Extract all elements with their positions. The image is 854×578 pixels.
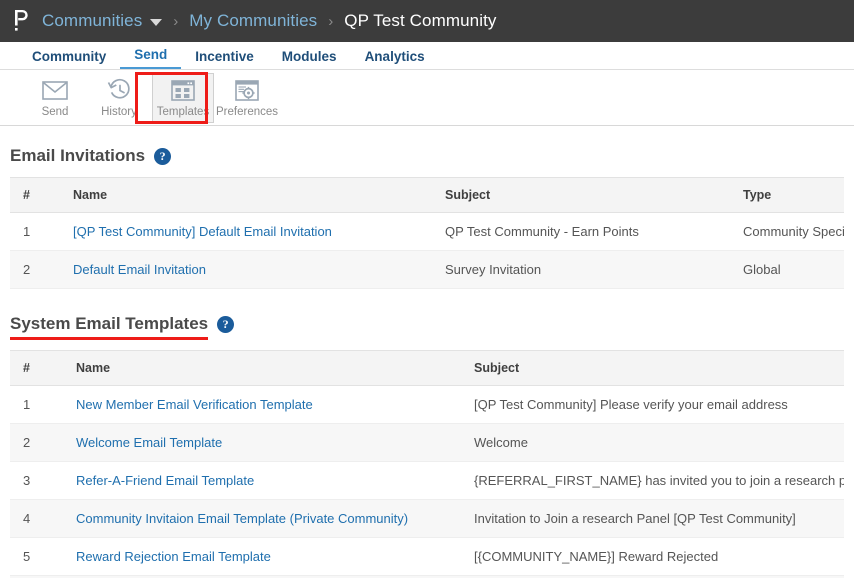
page-content: Email Invitations ? # Name Subject Type … (0, 126, 854, 578)
main-nav-tabs: Community Send Incentive Modules Analyti… (0, 42, 854, 70)
app-logo-icon[interactable] (10, 8, 32, 34)
row-name: Welcome Email Template (76, 423, 474, 462)
table-row: 2 Welcome Email Template Welcome (10, 423, 844, 462)
tab-incentive[interactable]: Incentive (181, 49, 268, 69)
template-link[interactable]: New Member Email Verification Template (76, 397, 313, 412)
row-num: 2 (10, 423, 76, 462)
toolbar-templates-button[interactable]: Templates (152, 72, 214, 123)
row-name: Refer-A-Friend Email Template (76, 461, 474, 500)
col-header-name[interactable]: Name (76, 350, 474, 386)
email-invitations-table-head: # Name Subject Type (10, 177, 844, 213)
clock-history-icon (107, 77, 132, 103)
email-invitations-table: # Name Subject Type 1 [QP Test Community… (10, 177, 844, 289)
email-invitations-title: Email Invitations (10, 146, 146, 165)
row-name: Default Email Invitation (73, 250, 445, 289)
tab-analytics[interactable]: Analytics (351, 49, 439, 69)
template-link[interactable]: Community Invitaion Email Template (Priv… (76, 511, 408, 526)
toolbar-templates-label: Templates (156, 106, 210, 118)
tab-community[interactable]: Community (18, 49, 120, 69)
row-subject: [QP Test Community] Please verify your e… (474, 385, 844, 424)
email-invitations-heading: Email Invitations ? (10, 146, 844, 166)
breadcrumb-separator-2: › (328, 12, 334, 30)
email-invitations-table-body: 1 [QP Test Community] Default Email Invi… (10, 212, 844, 289)
row-name: New Member Email Verification Template (76, 385, 474, 424)
row-num: 3 (10, 461, 76, 500)
template-link[interactable]: [QP Test Community] Default Email Invita… (73, 224, 332, 239)
row-subject: [{COMMUNITY_NAME}] Reward Rejected (474, 537, 844, 576)
row-name: Community Invitaion Email Template (Priv… (76, 499, 474, 538)
breadcrumb-my-communities[interactable]: My Communities (189, 11, 317, 31)
toolbar-history-button[interactable]: History (88, 73, 150, 123)
row-subject: Welcome (474, 423, 844, 462)
row-name: [QP Test Community] Default Email Invita… (73, 212, 445, 251)
col-header-subject[interactable]: Subject (445, 177, 743, 213)
template-link[interactable]: Default Email Invitation (73, 262, 206, 277)
table-row: 4 Community Invitaion Email Template (Pr… (10, 499, 844, 538)
row-num: 2 (10, 250, 73, 289)
row-subject: QP Test Community - Earn Points (445, 212, 743, 251)
system-email-templates-title: System Email Templates (10, 314, 209, 340)
tab-send[interactable]: Send (120, 47, 182, 69)
table-row: 1 New Member Email Verification Template… (10, 385, 844, 424)
toolbar-send-label: Send (41, 106, 69, 118)
row-type: Global (743, 250, 844, 289)
breadcrumb-communities[interactable]: Communities (42, 11, 142, 31)
col-header-num[interactable]: # (10, 177, 73, 213)
template-link[interactable]: Refer-A-Friend Email Template (76, 473, 254, 488)
toolbar-preferences-label: Preferences (216, 106, 279, 118)
table-row: 3 Refer-A-Friend Email Template {REFERRA… (10, 461, 844, 500)
toolbar-history-label: History (101, 106, 137, 118)
toolbar-send-button[interactable]: Send (24, 73, 86, 123)
send-toolbar: Send History Templates Preferences (0, 70, 854, 126)
table-row: 5 Reward Rejection Email Template [{COMM… (10, 537, 844, 576)
tab-modules[interactable]: Modules (268, 49, 351, 69)
row-subject: {REFERRAL_FIRST_NAME} has invited you to… (474, 461, 844, 500)
template-link[interactable]: Welcome Email Template (76, 435, 222, 450)
envelope-icon (42, 77, 68, 103)
system-email-templates-table-head: # Name Subject (10, 350, 844, 386)
row-name: Reward Rejection Email Template (76, 537, 474, 576)
col-header-name[interactable]: Name (73, 177, 445, 213)
row-subject: Survey Invitation (445, 250, 743, 289)
template-link[interactable]: Reward Rejection Email Template (76, 549, 271, 564)
col-header-subject[interactable]: Subject (474, 350, 844, 386)
table-header-row: # Name Subject (10, 350, 844, 386)
row-type: Community Specific (743, 212, 844, 251)
row-num: 1 (10, 385, 76, 424)
system-email-templates-heading: System Email Templates ? (10, 314, 844, 340)
templates-grid-icon (171, 77, 195, 103)
table-row: 1 [QP Test Community] Default Email Invi… (10, 212, 844, 251)
row-subject: Invitation to Join a research Panel [QP … (474, 499, 844, 538)
toolbar-preferences-button[interactable]: Preferences (216, 73, 278, 123)
system-email-templates-table-body: 1 New Member Email Verification Template… (10, 385, 844, 578)
col-header-type[interactable]: Type (743, 177, 844, 213)
row-num: 4 (10, 499, 76, 538)
heading-annotation-underline (10, 337, 209, 340)
breadcrumb-separator-1: › (173, 12, 179, 30)
col-header-num[interactable]: # (10, 350, 76, 386)
help-icon[interactable]: ? (154, 147, 172, 165)
table-header-row: # Name Subject Type (10, 177, 844, 213)
table-row: 2 Default Email Invitation Survey Invita… (10, 250, 844, 289)
top-breadcrumb-bar: Communities › My Communities › QP Test C… (0, 0, 854, 42)
help-icon[interactable]: ? (217, 315, 235, 333)
row-num: 1 (10, 212, 73, 251)
window-gear-icon (235, 77, 259, 103)
breadcrumb-current-community: QP Test Community (344, 11, 497, 30)
row-num: 5 (10, 537, 76, 576)
system-email-templates-table: # Name Subject 1 New Member Email Verifi… (10, 350, 844, 578)
chevron-down-icon[interactable] (150, 19, 163, 26)
